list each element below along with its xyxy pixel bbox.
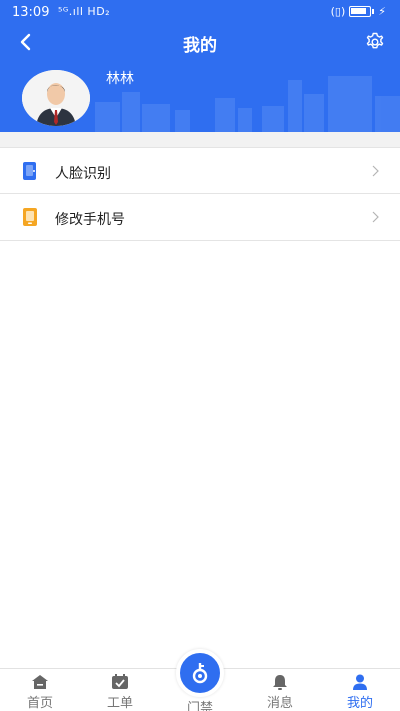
tab-messages[interactable]: 消息 — [250, 669, 310, 711]
status-bar: 13:09 ⁵ᴳ.ıll HD₂ (▯) ⚡ — [0, 0, 400, 26]
tab-label: 工单 — [106, 696, 133, 711]
status-time: 13:09 — [12, 5, 50, 20]
tab-label: 首页 — [26, 696, 53, 711]
chevron-right-icon — [372, 165, 379, 177]
home-icon — [32, 675, 48, 689]
user-icon — [353, 674, 367, 690]
username: 林林 — [106, 71, 134, 87]
menu-item-change-phone[interactable]: 修改手机号 — [0, 194, 400, 241]
tab-label: 门禁 — [186, 701, 213, 711]
tab-label: 我的 — [346, 696, 373, 711]
network-indicator: ⁵ᴳ.ıll HD₂ — [58, 5, 111, 18]
status-right: (▯) ⚡ — [331, 5, 386, 18]
tab-label: 消息 — [266, 696, 293, 711]
avatar-image — [22, 70, 90, 126]
settings-menu-list: 人脸识别 修改手机号 — [0, 147, 400, 241]
tab-mine[interactable]: 我的 — [330, 669, 390, 711]
tab-access-control[interactable]: 门禁 — [170, 649, 230, 711]
nav-bar: 我的 — [0, 26, 400, 58]
charging-icon: ⚡ — [378, 5, 386, 18]
menu-item-label: 修改手机号 — [55, 212, 125, 228]
avatar[interactable] — [22, 70, 90, 126]
key-icon — [192, 663, 208, 684]
phone-icon — [23, 208, 37, 226]
menu-item-face-recognition[interactable]: 人脸识别 — [0, 147, 400, 194]
bell-icon — [273, 675, 287, 690]
page-title: 我的 — [183, 36, 217, 56]
battery-cap — [372, 9, 375, 14]
bottom-tab-bar: 首页 工单 门禁 消息 我的 — [0, 649, 400, 711]
chevron-right-icon — [372, 211, 379, 223]
gear-icon[interactable] — [362, 29, 388, 55]
tab-work-order[interactable]: 工单 — [90, 669, 150, 711]
battery-icon — [349, 6, 372, 17]
access-control-button — [176, 649, 224, 697]
tab-home[interactable]: 首页 — [10, 669, 70, 711]
face-recognition-icon — [23, 162, 36, 180]
vibrate-indicator: (▯) — [330, 5, 346, 18]
content-area — [0, 241, 400, 668]
profile-header: 13:09 ⁵ᴳ.ıll HD₂ (▯) ⚡ 我的 林林 — [0, 0, 400, 132]
work-order-icon — [112, 674, 128, 689]
menu-item-label: 人脸识别 — [55, 166, 111, 182]
